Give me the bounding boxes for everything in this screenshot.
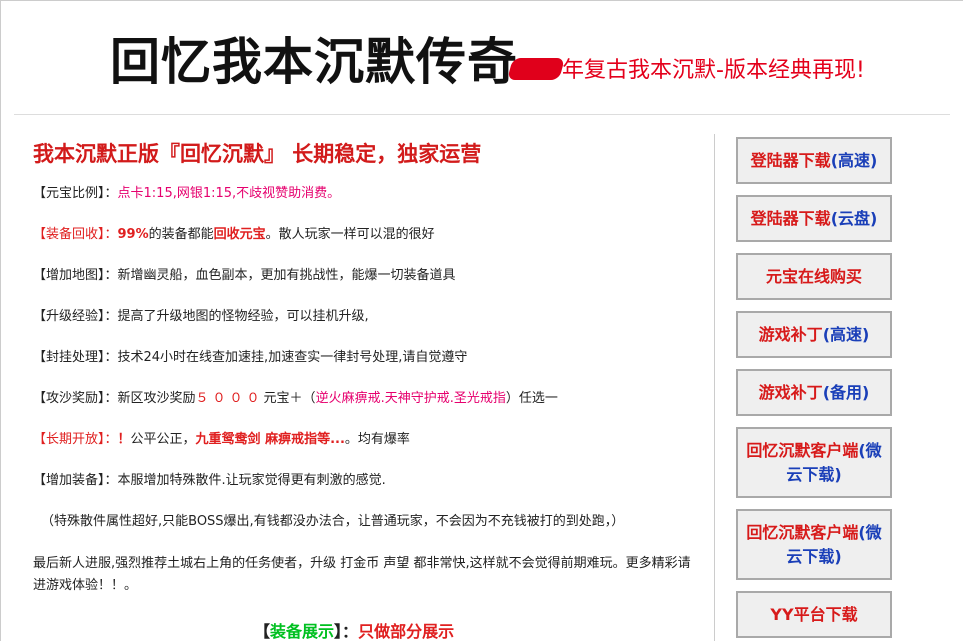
row-label: 【增加装备】：	[33, 473, 118, 488]
row-text: 公平公正，	[130, 432, 196, 447]
gear-note: （特殊散件属性超好,只能BOSS爆出,有钱都没办法合，让普通玩家，不会因为不充钱…	[41, 514, 625, 529]
redacted-mark	[507, 58, 565, 80]
buy-yuanbao-button[interactable]: 元宝在线购买	[736, 253, 892, 300]
siege-items: 逆火麻痹戒.天神守护戒.圣光戒指	[315, 391, 506, 406]
button-label: 回忆沉默客户端	[746, 522, 859, 542]
row-text: 技术24小时在线查加速挂,加速查实一律封号处理,请自觉遵守	[117, 350, 468, 365]
row-text: 新增幽灵船，血色副本，更加有挑战性，能爆一切装备道具	[117, 268, 456, 283]
row-label: 【增加地图】：	[33, 268, 118, 283]
recycle-highlight: 回收元宝	[213, 227, 266, 242]
button-label: 游戏补丁	[758, 324, 823, 344]
row-siege: 【攻沙奖励】：新区攻沙奖励５０００元宝＋（逆火麻痹戒.天神守护戒.圣光戒指）任选…	[33, 389, 703, 430]
bracket-close: 】	[334, 622, 343, 641]
button-suffix: (高速)	[822, 324, 870, 344]
row-text: 提高了升级地图的怪物经验，可以挂机升级,	[117, 309, 369, 324]
row-ban: 【封挂处理】：技术24小时在线查加速挂,加速查实一律封号处理,请自觉遵守	[33, 348, 703, 389]
equip-label: 装备展示	[270, 622, 335, 641]
yy-platform-download-button[interactable]: YY平台下载	[736, 591, 892, 638]
site-header: 回忆我本沉默传奇 年复古我本沉默-版本经典再现!	[0, 0, 963, 115]
site-title: 回忆我本沉默传奇	[110, 33, 518, 91]
header-divider	[14, 114, 950, 115]
row-text: 。散人玩家一样可以混的很好	[265, 227, 435, 242]
recycle-percent: 99%	[117, 227, 149, 242]
row-text: 元宝＋（	[263, 391, 316, 406]
intro-paragraph: 最后新人进服,强烈推荐土城右上角的任务使者，升级 打金币 声望 都非常快,这样就…	[33, 556, 691, 593]
button-label: 登陆器下载	[750, 208, 831, 228]
launcher-download-fast-button[interactable]: 登陆器下载(高速)	[736, 137, 892, 184]
button-suffix: (备用)	[822, 382, 870, 402]
main-content: 我本沉默正版『回忆沉默』 长期稳定，独家运营 【元宝比例】：点卡1:15,网银1…	[33, 138, 703, 597]
button-suffix: (高速)	[830, 150, 878, 170]
bracket-open: 【	[254, 622, 271, 641]
siege-amount: ５０００	[195, 391, 264, 406]
row-label: 【元宝比例】：	[33, 186, 118, 201]
sidebar-divider	[714, 134, 715, 641]
row-label: 【攻沙奖励】：	[33, 391, 118, 406]
row-exp: 【升级经验】：提高了升级地图的怪物经验，可以挂机升级,	[33, 307, 703, 348]
client-download-weiyun-button[interactable]: 回忆沉默客户端(微云下载)	[736, 427, 892, 498]
site-tagline: 年复古我本沉默-版本经典再现!	[562, 58, 865, 83]
button-suffix: (云盘)	[830, 208, 878, 228]
open-exclaim: ！	[117, 432, 131, 447]
row-text: 的装备都能	[148, 227, 214, 242]
row-gear: 【增加装备】：本服增加特殊散件.让玩家觉得更有刺激的感觉.	[33, 471, 703, 512]
button-label: 登陆器下载	[750, 150, 831, 170]
row-label: 【装备回收】：	[33, 227, 118, 242]
equip-text: 只做部分展示	[358, 622, 455, 641]
equip-heading: 【装备展示】：只做部分展示	[254, 620, 454, 644]
row-yuanbao: 【元宝比例】：点卡1:15,网银1:15,不歧视赞助消费。	[33, 184, 703, 225]
launcher-download-cloud-button[interactable]: 登陆器下载(云盘)	[736, 195, 892, 242]
equip-colon: ：	[342, 622, 359, 641]
button-label: 回忆沉默客户端	[746, 440, 859, 460]
row-open: 【长期开放】：！公平公正，九重鸳鸯剑 麻痹戒指等...。均有爆率	[33, 430, 703, 471]
row-label: 【封挂处理】：	[33, 350, 118, 365]
row-label: 【升级经验】：	[33, 309, 118, 324]
button-label: YY平台下载	[770, 604, 858, 624]
row-maps: 【增加地图】：新增幽灵船，血色副本，更加有挑战性，能爆一切装备道具	[33, 266, 703, 307]
row-text: 。均有爆率	[344, 432, 410, 447]
main-title: 我本沉默正版『回忆沉默』 长期稳定，独家运营	[33, 142, 482, 166]
row-text: 本服增加特殊散件.让玩家觉得更有刺激的感觉.	[117, 473, 386, 488]
button-label: 游戏补丁	[758, 382, 823, 402]
row-text: ）任选一	[505, 391, 558, 406]
row-recycle: 【装备回收】：99%的装备都能回收元宝。散人玩家一样可以混的很好	[33, 225, 703, 266]
open-items: 九重鸳鸯剑 麻痹戒指等...	[195, 432, 345, 447]
row-text: 点卡1:15,网银1:15,不歧视赞助消费。	[117, 186, 341, 201]
button-label: 元宝在线购买	[765, 266, 862, 286]
patch-download-fast-button[interactable]: 游戏补丁(高速)	[736, 311, 892, 358]
patch-download-backup-button[interactable]: 游戏补丁(备用)	[736, 369, 892, 416]
client-download-weiyun-button-2[interactable]: 回忆沉默客户端(微云下载)	[736, 509, 892, 580]
row-text: 新区攻沙奖励	[117, 391, 196, 406]
row-label: 【长期开放】：	[33, 432, 118, 447]
